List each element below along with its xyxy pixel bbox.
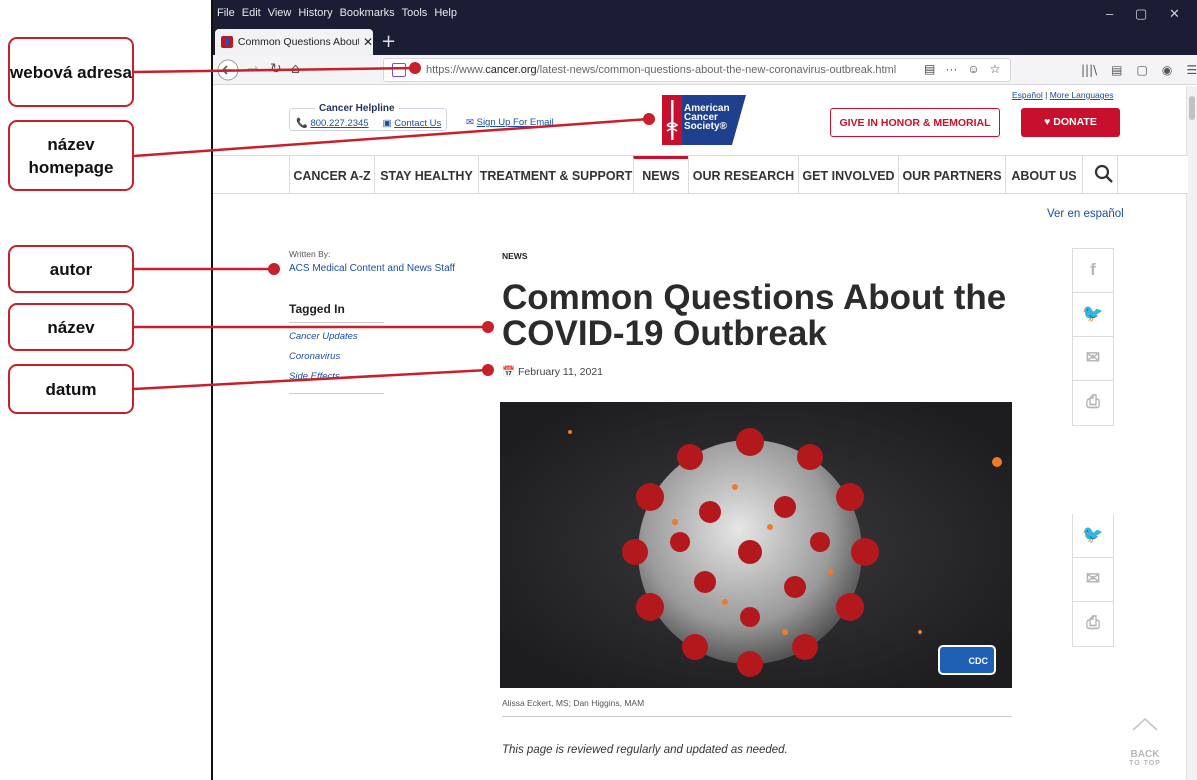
cdc-badge: CDC xyxy=(938,645,996,675)
main-nav: CANCER A-Z STAY HEALTHY TREATMENT & SUPP… xyxy=(213,155,1188,194)
donate-button[interactable]: ♥ DONATE xyxy=(1021,108,1120,137)
nav-get-involved[interactable]: GET INVOLVED xyxy=(798,156,898,193)
menu-file[interactable]: File xyxy=(217,7,235,19)
nav-cancer-az[interactable]: CANCER A-Z xyxy=(289,156,374,193)
maximize-icon[interactable]: ▢ xyxy=(1135,6,1147,22)
print-icon[interactable]: ⎙ xyxy=(1073,602,1113,646)
written-by-label: Written By: xyxy=(289,249,331,259)
account-icon[interactable]: ◉ xyxy=(1162,63,1172,77)
twitter-icon[interactable]: 🐦 xyxy=(1073,514,1113,558)
screenshot-icon[interactable]: ▢ xyxy=(1137,63,1148,77)
nav-about-us[interactable]: ABOUT US xyxy=(1005,156,1082,193)
scrollbar-thumb[interactable] xyxy=(1189,96,1195,120)
back-icon[interactable] xyxy=(217,59,239,81)
back-to-top-button[interactable]: BACK TO TOP xyxy=(1126,716,1164,768)
share-bar-top: f 🐦 ✉ ⎙ xyxy=(1072,248,1114,426)
reload-icon[interactable]: ↻ xyxy=(270,61,282,77)
url-domain: cancer.org xyxy=(485,64,537,76)
callout-date: datum xyxy=(8,364,134,414)
tagged-in-heading: Tagged In xyxy=(289,302,384,323)
tag-cancer-updates[interactable]: Cancer Updates xyxy=(289,331,358,342)
close-tab-icon[interactable]: ✕ xyxy=(363,35,373,49)
reader-view-icon[interactable]: ▤ xyxy=(924,62,935,76)
tag-side-effects[interactable]: Side Effects xyxy=(289,371,340,382)
reviewed-note: This page is reviewed regularly and upda… xyxy=(502,744,788,756)
lang-separator: | xyxy=(1045,90,1048,100)
logo-text: American Cancer Society® xyxy=(684,103,730,132)
url-bar[interactable]: https://www.cancer.org/latest-news/commo… xyxy=(383,58,1011,82)
nav-toolbar: → ↻ ⌂ https://www.cancer.org/latest-news… xyxy=(213,55,1197,85)
hamburger-menu-icon[interactable]: ☰ xyxy=(1186,63,1197,77)
home-icon[interactable]: ⌂ xyxy=(291,61,300,77)
ver-en-espanol-link[interactable]: Ver en español xyxy=(1047,208,1124,220)
tag-coronavirus[interactable]: Coronavirus xyxy=(289,351,340,362)
nav-our-partners[interactable]: OUR PARTNERS xyxy=(898,156,1005,193)
article-kicker: NEWS xyxy=(502,251,528,261)
divider xyxy=(289,393,384,394)
close-window-icon[interactable]: ✕ xyxy=(1169,6,1180,22)
callout-web-address: webová adresa xyxy=(8,37,134,107)
chevron-up-icon xyxy=(1132,717,1158,731)
print-icon[interactable]: ⎙ xyxy=(1073,381,1113,425)
bookmark-star-icon[interactable]: ☆ xyxy=(990,62,1001,76)
heart-icon: ♥ xyxy=(1044,116,1054,128)
facebook-icon[interactable]: f xyxy=(1073,249,1113,293)
contact-us-link[interactable]: ▣ Contact Us xyxy=(383,118,442,129)
nav-our-research[interactable]: OUR RESEARCH xyxy=(688,156,798,193)
share-bar-bottom: 🐦 ✉ ⎙ xyxy=(1072,514,1114,647)
site-info-icon[interactable] xyxy=(392,63,406,77)
url-prefix: https://www. xyxy=(426,64,486,76)
article-date: 📅 February 11, 2021 xyxy=(502,366,604,378)
coronavirus-hero-image: CDC xyxy=(500,402,1012,688)
callout-title: název xyxy=(8,303,134,351)
nav-stay-healthy[interactable]: STAY HEALTHY xyxy=(374,156,478,193)
language-links: Español | More Languages xyxy=(1012,90,1113,100)
menu-help[interactable]: Help xyxy=(434,7,457,19)
forward-icon[interactable]: → xyxy=(247,61,259,77)
acs-favicon-icon xyxy=(221,36,233,48)
page-actions-icon[interactable]: ··· xyxy=(945,62,957,76)
menu-tools[interactable]: Tools xyxy=(402,7,428,19)
divider xyxy=(502,716,1012,717)
twitter-icon[interactable]: 🐦 xyxy=(1073,293,1113,337)
minimize-icon[interactable]: – xyxy=(1106,6,1113,21)
library-icon[interactable]: |||\ xyxy=(1081,63,1097,77)
give-in-honor-button[interactable]: GIVE IN HONOR & MEMORIAL xyxy=(830,108,1000,137)
nav-news[interactable]: NEWS xyxy=(633,156,688,193)
url-path: /latest-news/common-questions-about-the-… xyxy=(536,64,897,76)
mail-icon[interactable]: ✉ xyxy=(1073,337,1113,381)
menu-edit[interactable]: Edit xyxy=(242,7,261,19)
pocket-icon[interactable]: ☺ xyxy=(967,62,979,76)
menu-bookmarks[interactable]: Bookmarks xyxy=(340,7,395,19)
sidebar-icon[interactable]: ▤ xyxy=(1111,63,1122,77)
menu-history[interactable]: History xyxy=(298,7,332,19)
tab-active[interactable]: Common Questions About the ✕ xyxy=(215,29,373,55)
tab-bar: Common Questions About the ✕ + xyxy=(213,27,1197,55)
cancer-helpline-box: Cancer Helpline 📞 800.227.2345 ▣ Contact… xyxy=(289,103,447,131)
callout-homepage-name: název homepage xyxy=(8,120,134,191)
signup-email-link[interactable]: ✉ Sign Up For Email xyxy=(466,117,554,128)
nav-treatment-support[interactable]: TREATMENT & SUPPORT xyxy=(478,156,633,193)
callout-author: autor xyxy=(8,245,134,293)
new-tab-button[interactable]: + xyxy=(381,31,396,52)
virus-illustration xyxy=(500,402,1012,688)
image-caption: Alissa Eckert, MS; Dan Higgins, MAM xyxy=(502,698,645,708)
menu-view[interactable]: View xyxy=(268,7,292,19)
espanol-link[interactable]: Español xyxy=(1012,90,1043,100)
author-link[interactable]: ACS Medical Content and News Staff xyxy=(289,263,455,274)
tab-title: Common Questions About the xyxy=(237,36,359,48)
more-languages-link[interactable]: More Languages xyxy=(1050,90,1114,100)
calendar-icon: 📅 xyxy=(502,366,518,378)
helpline-title: Cancer Helpline xyxy=(315,103,399,114)
article-headline: Common Questions About the COVID-19 Outb… xyxy=(502,278,1007,353)
menu-bar: File Edit View History Bookmarks Tools H… xyxy=(213,0,1197,27)
mail-icon[interactable]: ✉ xyxy=(1073,558,1113,602)
phone-link[interactable]: 📞 800.227.2345 xyxy=(296,118,369,129)
search-icon[interactable] xyxy=(1093,163,1115,185)
browser-window: File Edit View History Bookmarks Tools H… xyxy=(211,0,1197,780)
